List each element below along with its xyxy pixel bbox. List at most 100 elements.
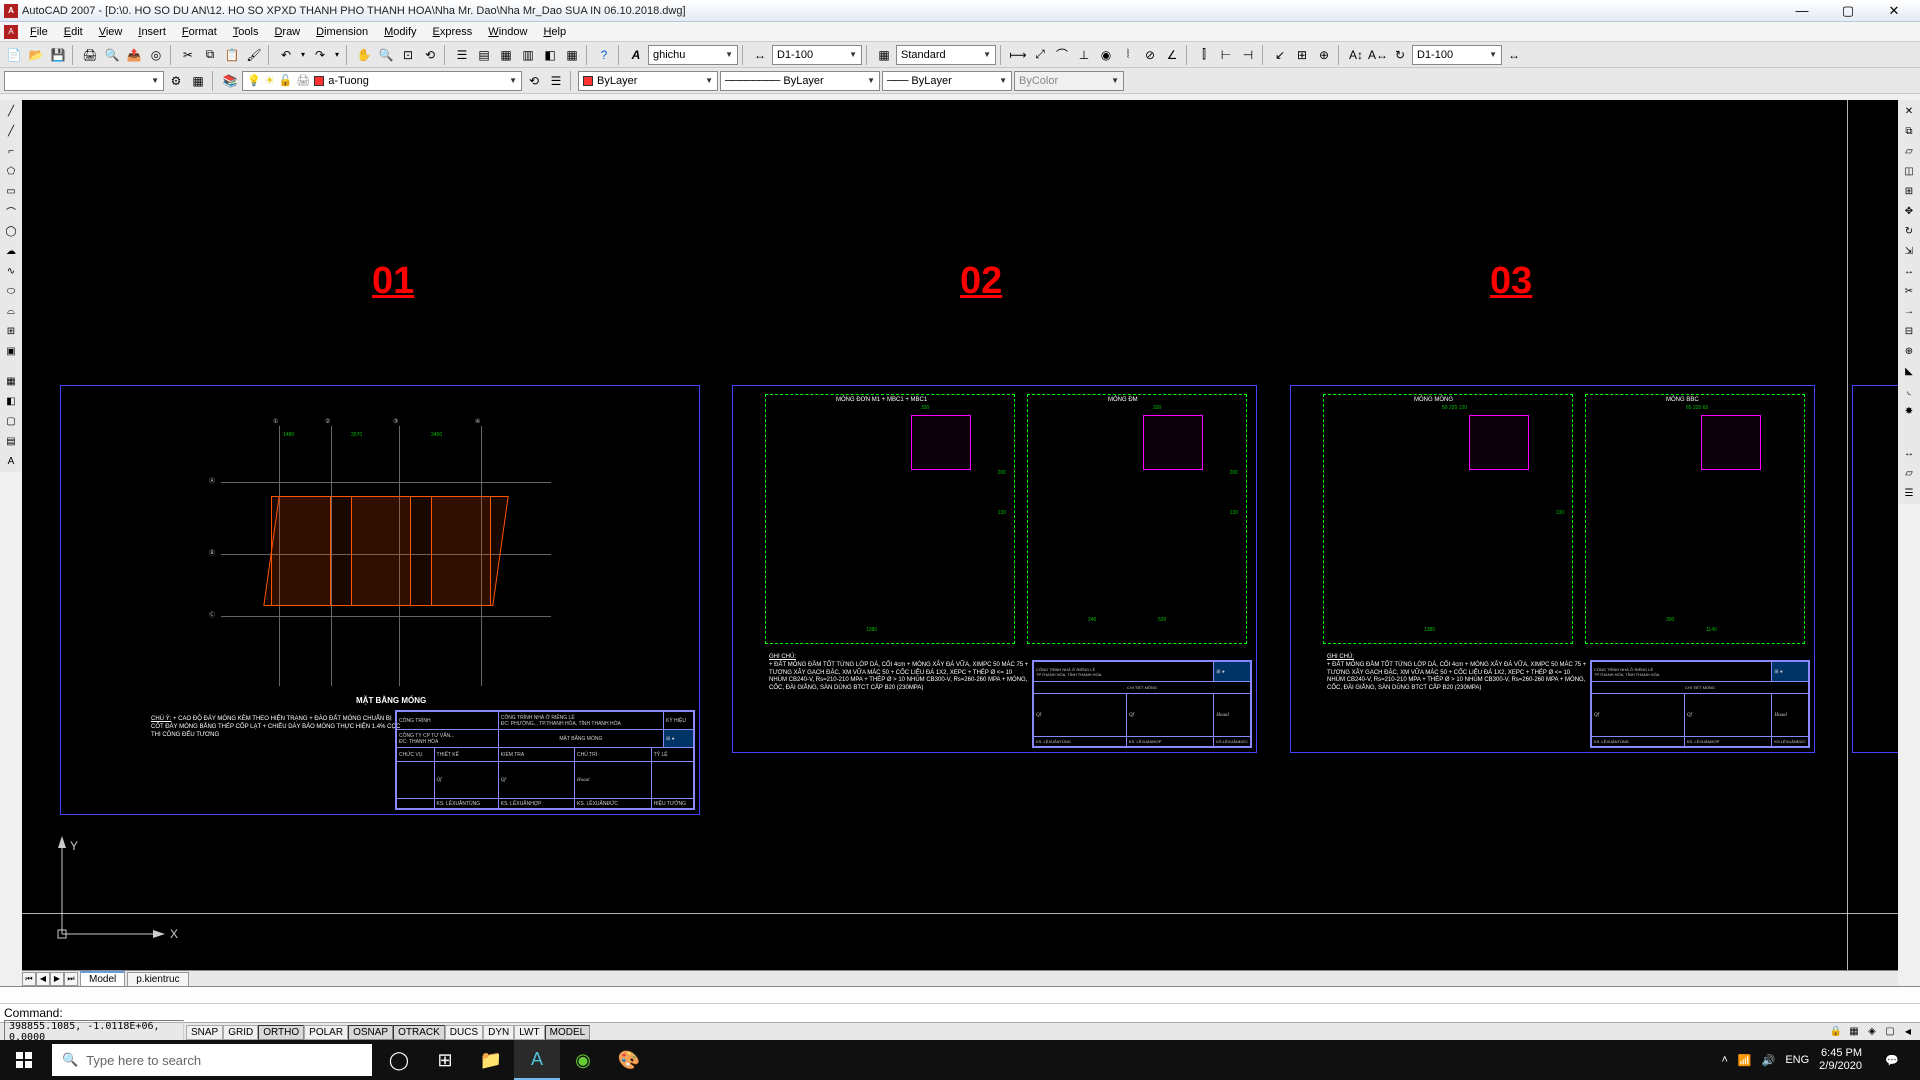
region-button[interactable]: ▢ [2,412,20,430]
menu-draw[interactable]: Draw [266,24,308,40]
menu-express[interactable]: Express [425,24,481,40]
action-center-button[interactable]: 💬 [1872,1054,1912,1067]
dimstyle-combo[interactable]: D1-100▼ [772,45,862,65]
circle-button[interactable]: ◯ [2,222,20,240]
tablestyle-combo[interactable]: Standard▼ [896,45,996,65]
extend-button[interactable]: → [1900,302,1918,320]
cut-button[interactable]: ✂ [178,45,198,65]
plot-button[interactable]: 🖨 [80,45,100,65]
revcloud-button[interactable]: ☁ [2,242,20,260]
dimscale-combo[interactable]: D1-100▼ [1412,45,1502,65]
properties-button[interactable]: ☰ [452,45,472,65]
volume-icon[interactable]: 🔊 [1762,1054,1776,1067]
dim-continue-button[interactable]: ⊣ [1238,45,1258,65]
status-grid-icon[interactable]: ▦ [1846,1024,1862,1040]
status-toggle-model[interactable]: MODEL [545,1025,591,1040]
dim-baseline-button[interactable]: ⊢ [1216,45,1236,65]
explode-button[interactable]: ✸ [1900,402,1918,420]
chamfer-button[interactable]: ◣ [1900,362,1918,380]
status-toggle-grid[interactable]: GRID [223,1025,258,1040]
area-button[interactable]: ▱ [1900,464,1918,482]
spline-button[interactable]: ∿ [2,262,20,280]
dimupdate-button[interactable]: ↻ [1390,45,1410,65]
scale-button[interactable]: ⇲ [1900,242,1918,260]
mirror-button[interactable]: ▱ [1900,142,1918,160]
clock[interactable]: 6:45 PM 2/9/2020 [1819,1047,1862,1073]
toolpalettes-button[interactable]: ▦ [496,45,516,65]
save-button[interactable]: 💾 [48,45,68,65]
command-line[interactable]: Command: [0,1004,1920,1022]
tab-pkientruc[interactable]: p.kientruc [127,972,188,986]
status-toggle-dyn[interactable]: DYN [483,1025,514,1040]
tab-last-button[interactable]: ⏭ [64,972,78,986]
menu-window[interactable]: Window [480,24,535,40]
rotate-button[interactable]: ↻ [1900,222,1918,240]
start-button[interactable] [0,1040,48,1080]
layer-previous-button[interactable]: ⟲ [524,71,544,91]
insert-block-button[interactable]: ⊞ [2,322,20,340]
tab-prev-button[interactable]: ◀ [36,972,50,986]
textstyle-combo[interactable]: ghichu▼ [648,45,738,65]
status-tray-toggle[interactable]: ◀ [1900,1024,1916,1040]
dimtedit-button[interactable]: A↔ [1368,45,1388,65]
status-toggle-ducs[interactable]: DUCS [445,1025,483,1040]
taskview-button[interactable]: ⊞ [422,1040,468,1080]
utorrent-taskbar-icon[interactable]: ◉ [560,1040,606,1080]
list-button[interactable]: ☰ [1900,484,1918,502]
layer-states-button[interactable]: ☰ [546,71,566,91]
dimstyle-update-button[interactable]: ↔ [1504,45,1524,65]
close-button[interactable]: ✕ [1872,1,1916,21]
dim-angular-button[interactable]: ∠ [1162,45,1182,65]
cortana-button[interactable]: ◯ [376,1040,422,1080]
dim-leader-button[interactable]: ↙ [1270,45,1290,65]
break-button[interactable]: ⊟ [1900,322,1918,340]
dim-arc-button[interactable]: ⌒ [1052,45,1072,65]
pan-button[interactable]: ✋ [354,45,374,65]
status-clean-icon[interactable]: ▢ [1882,1024,1898,1040]
language-indicator[interactable]: ENG [1785,1054,1809,1066]
help-button[interactable]: ? [594,45,614,65]
lineweight-combo[interactable]: ───ByLayer▼ [882,71,1012,91]
menu-view[interactable]: View [91,24,131,40]
make-block-button[interactable]: ▣ [2,342,20,360]
rectangle-button[interactable]: ▭ [2,182,20,200]
tray-expand-button[interactable]: ˄ [1721,1054,1727,1066]
paste-button[interactable]: 📋 [222,45,242,65]
paint-taskbar-icon[interactable]: 🎨 [606,1040,652,1080]
menu-dimension[interactable]: Dimension [308,24,376,40]
zoom-realtime-button[interactable]: 🔍 [376,45,396,65]
menu-format[interactable]: Format [174,24,225,40]
status-toggle-polar[interactable]: POLAR [304,1025,348,1040]
open-button[interactable]: 📂 [26,45,46,65]
polyline-button[interactable]: ⌐ [2,142,20,160]
array-button[interactable]: ⊞ [1900,182,1918,200]
status-toggle-ortho[interactable]: ORTHO [258,1025,304,1040]
search-box[interactable]: 🔍 Type here to search [52,1044,372,1076]
redo-button[interactable]: ↷ [310,45,330,65]
undo-dropdown[interactable]: ▾ [298,45,308,65]
tab-first-button[interactable]: ⏮ [22,972,36,986]
dim-quick-button[interactable]: ⫿ [1194,45,1214,65]
dimedit-button[interactable]: A↕ [1346,45,1366,65]
offset-button[interactable]: ◫ [1900,162,1918,180]
command-history[interactable] [0,987,1920,1004]
move-button[interactable]: ✥ [1900,202,1918,220]
mtext-button[interactable]: A [2,452,20,470]
copy-button[interactable]: ⧉ [200,45,220,65]
ellipse-arc-button[interactable]: ⌓ [2,302,20,320]
plot-preview-button[interactable]: 🔍 [102,45,122,65]
trim-button[interactable]: ✂ [1900,282,1918,300]
dimstyle-button[interactable]: ↔ [750,45,770,65]
menu-help[interactable]: Help [535,24,574,40]
quickcalc-button[interactable]: ▦ [562,45,582,65]
workspace-settings-button[interactable]: ⚙ [166,71,186,91]
centermark-button[interactable]: ⊕ [1314,45,1334,65]
copy-obj-button[interactable]: ⧉ [1900,122,1918,140]
gradient-button[interactable]: ◧ [2,392,20,410]
status-toggle-osnap[interactable]: OSNAP [348,1025,393,1040]
status-toggle-otrack[interactable]: OTRACK [393,1025,445,1040]
erase-button[interactable]: ✕ [1900,102,1918,120]
menu-modify[interactable]: Modify [376,24,424,40]
maximize-button[interactable]: ▢ [1826,1,1870,21]
tab-model[interactable]: Model [80,971,125,986]
